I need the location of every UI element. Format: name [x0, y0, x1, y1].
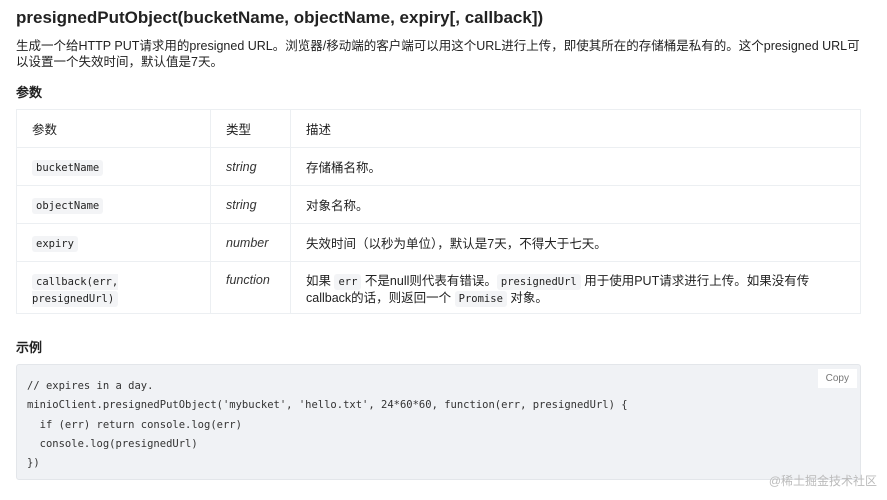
param-type: function	[210, 261, 291, 314]
param-type: string	[210, 147, 291, 186]
param-name: bucketName	[32, 159, 104, 176]
params-heading: 参数	[16, 85, 43, 100]
header-type: 类型	[210, 109, 291, 148]
intro-text: 生成一个给HTTP PUT请求用的presigned URL。浏览器/移动端的客…	[16, 39, 860, 69]
code-block: Copy // expires in a day. minioClient.pres…	[16, 364, 861, 480]
param-desc: 失效时间（以秒为单位），默认是7天，不得大于七天。	[290, 223, 861, 262]
param-name: objectName	[32, 197, 104, 214]
page-title: presignedPutObject(bucketName, objectNam…	[16, 8, 544, 27]
table-row: expiry number 失效时间（以秒为单位），默认是7天，不得大于七天。	[16, 223, 861, 262]
code-line: // expires in a day.	[27, 380, 154, 392]
param-type: string	[210, 185, 291, 224]
desc-text: 如果	[306, 274, 335, 288]
table-row: callback(err, presignedUrl) function 如果 …	[16, 261, 861, 314]
param-desc: 如果 err 不是null则代表有错误。 presignedUrl 用于使用PUT…	[290, 261, 861, 314]
params-table: 参数 类型 描述 bucketName string 存储桶名称。 object…	[16, 109, 861, 314]
header-desc: 描述	[290, 109, 861, 148]
param-name: expiry	[32, 235, 78, 252]
example-heading: 示例	[16, 340, 43, 355]
param-name: callback(err, presignedUrl)	[32, 274, 119, 307]
watermark: @稀土掘金技术社区	[768, 474, 877, 488]
table-header: 参数 类型 描述	[16, 109, 861, 148]
inline-code: presignedUrl	[496, 274, 581, 290]
copy-button[interactable]: Copy	[817, 369, 857, 388]
code-line: if (err) return console.log(err)	[27, 418, 242, 431]
code-line: })	[27, 457, 40, 470]
header-param: 参数	[16, 109, 211, 148]
code-line: console.log(presignedUrl)	[27, 437, 198, 450]
inline-code: Promise	[454, 291, 507, 307]
param-desc: 对象名称。	[290, 185, 861, 224]
param-type: number	[210, 223, 291, 262]
desc-text: 不是null则代表有错误。	[361, 274, 497, 288]
code-line: minioClient.presignedPutObject('mybucket…	[27, 399, 628, 412]
table-row: objectName string 对象名称。	[16, 185, 861, 224]
inline-code: err	[334, 274, 362, 290]
desc-text: 对象。	[506, 291, 548, 305]
table-row: bucketName string 存储桶名称。	[16, 147, 861, 186]
param-desc: 存储桶名称。	[290, 147, 861, 186]
